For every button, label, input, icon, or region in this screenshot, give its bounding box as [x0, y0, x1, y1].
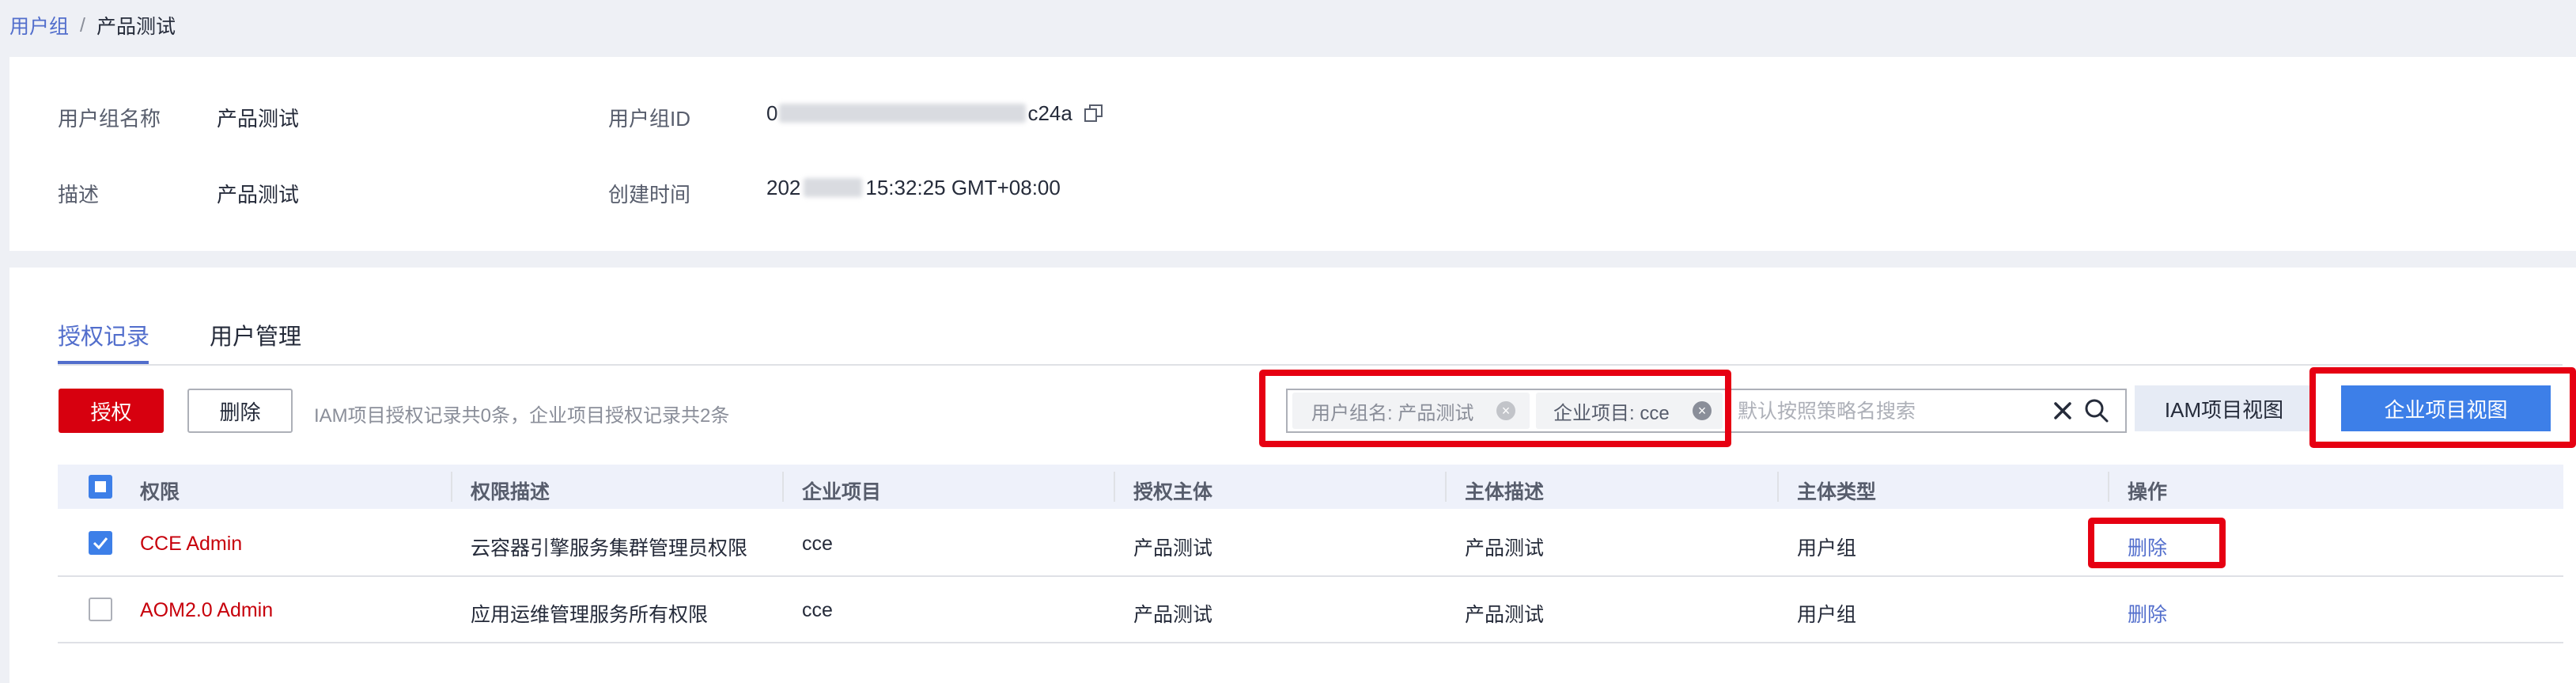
enterprise-project: cce — [802, 599, 833, 621]
tab-user-management[interactable]: 用户管理 — [210, 318, 301, 351]
table-header — [58, 465, 2563, 509]
table-row — [58, 577, 2563, 642]
checkbox-icon — [93, 537, 108, 550]
breadcrumb-current: 产品测试 — [96, 16, 176, 38]
row-divider — [58, 642, 2563, 643]
group-id-label: 用户组ID — [608, 107, 691, 131]
col-divider — [782, 472, 784, 502]
col-principal-type: 主体类型 — [1797, 481, 1877, 503]
permission-desc: 云容器引擎服务集群管理员权限 — [471, 537, 748, 560]
redacted-id — [779, 104, 1027, 123]
col-permission: 权限 — [140, 481, 180, 503]
search-input[interactable] — [1736, 394, 2040, 429]
col-divider — [451, 472, 452, 502]
principal: 产品测试 — [1133, 537, 1213, 560]
breadcrumb: 用户组 / 产品测试 — [9, 11, 176, 40]
breadcrumb-separator: / — [80, 13, 85, 36]
clear-icon[interactable] — [2053, 401, 2072, 420]
description-label: 描述 — [58, 183, 100, 207]
col-divider — [1114, 472, 1115, 502]
row-checkbox[interactable] — [89, 598, 112, 621]
authorization-card: 授权记录 用户管理 授权 删除 IAM项目授权记录共0条，企业项目授权记录共2条… — [9, 268, 2576, 683]
principal-type: 用户组 — [1797, 537, 1857, 560]
row-checkbox[interactable] — [89, 531, 112, 555]
records-summary: IAM项目授权记录共0条，企业项目授权记录共2条 — [314, 405, 730, 427]
permission-link[interactable]: CCE Admin — [140, 533, 242, 556]
search-icon[interactable] — [2084, 398, 2109, 423]
col-divider — [1777, 472, 1779, 502]
tabs-divider — [58, 364, 2563, 366]
permission-link[interactable]: AOM2.0 Admin — [140, 599, 273, 622]
select-all-checkbox[interactable] — [89, 475, 112, 499]
col-divider — [1445, 472, 1447, 502]
col-principal-desc: 主体描述 — [1465, 481, 1545, 503]
created-time-label: 创建时间 — [608, 183, 691, 207]
group-info-card: 用户组名称 产品测试 用户组ID 0 c24a 描述 产品测试 创建时间 202… — [9, 57, 2576, 251]
principal: 产品测试 — [1133, 604, 1213, 626]
iam-project-view-button[interactable]: IAM项目视图 — [2135, 385, 2313, 431]
col-enterprise-project: 企业项目 — [802, 481, 882, 503]
created-time-value: 202 15:32:25 GMT+08:00 — [766, 175, 1061, 199]
group-name-label: 用户组名称 — [58, 107, 161, 131]
col-divider — [2108, 472, 2109, 502]
tab-authorization-records[interactable]: 授权记录 — [58, 318, 149, 351]
principal-type: 用户组 — [1797, 604, 1857, 626]
highlight-delete-action — [2088, 518, 2226, 568]
col-permission-desc: 权限描述 — [471, 481, 550, 503]
highlight-filter-chips — [1259, 370, 1731, 447]
row-delete-link[interactable]: 删除 — [2128, 599, 2167, 628]
col-actions: 操作 — [2128, 481, 2168, 503]
principal-desc: 产品测试 — [1465, 604, 1545, 626]
highlight-enterprise-view — [2309, 367, 2576, 448]
breadcrumb-parent-link[interactable]: 用户组 — [9, 11, 69, 40]
group-id-value: 0 c24a — [766, 100, 1104, 127]
group-name-value: 产品测试 — [217, 107, 300, 131]
permission-desc: 应用运维管理服务所有权限 — [471, 604, 709, 626]
grant-button[interactable]: 授权 — [59, 389, 164, 433]
description-value: 产品测试 — [217, 183, 300, 207]
col-principal: 授权主体 — [1133, 481, 1213, 503]
copy-icon[interactable] — [1084, 103, 1104, 123]
principal-desc: 产品测试 — [1465, 537, 1545, 560]
delete-button[interactable]: 删除 — [187, 389, 293, 433]
enterprise-project: cce — [802, 533, 833, 555]
redacted-date — [804, 178, 863, 197]
